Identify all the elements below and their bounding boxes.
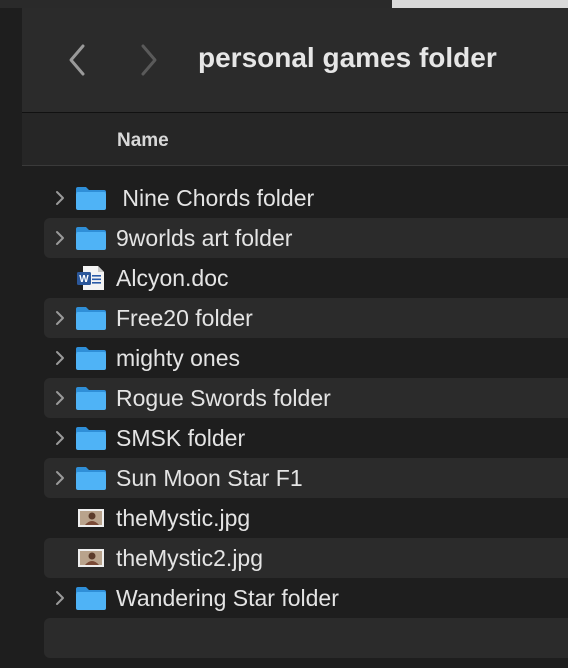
file-name: 9worlds art folder <box>116 225 293 251</box>
window-title: personal games folder <box>198 42 497 73</box>
file-row[interactable]: Free20 folder <box>44 298 568 338</box>
file-name: SMSK folder <box>116 425 246 451</box>
chevron-left-icon <box>69 44 85 76</box>
left-pane-edge <box>0 8 23 668</box>
file-name: Nine Chords folder <box>116 185 315 211</box>
folder-icon <box>75 345 107 371</box>
disclosure-chevron-icon[interactable] <box>53 590 67 606</box>
file-name: Rogue Swords folder <box>116 385 331 411</box>
file-name: theMystic2.jpg <box>116 545 264 571</box>
folder-icon <box>75 225 107 251</box>
file-name: Sun Moon Star F1 <box>116 465 303 491</box>
file-row[interactable]: theMystic2.jpg <box>44 538 568 578</box>
file-row[interactable]: mighty ones <box>44 338 568 378</box>
file-row[interactable]: Wandering Star folder <box>44 578 568 618</box>
file-row[interactable]: SMSK folder <box>44 418 568 458</box>
disclosure-chevron-icon[interactable] <box>53 470 67 486</box>
finder-window: personal games folder Name Nine Chords f… <box>22 8 568 668</box>
file-row[interactable]: 9worlds art folder <box>44 218 568 258</box>
word-document-icon: W <box>75 265 107 291</box>
file-name: theMystic.jpg <box>116 505 251 531</box>
file-name: Free20 folder <box>116 305 253 331</box>
image-thumbnail-icon <box>75 505 107 531</box>
file-row[interactable]: Nine Chords folder <box>44 178 568 218</box>
column-header: Name <box>22 113 568 166</box>
folder-icon <box>75 185 107 211</box>
adjacent-window-edge <box>392 0 568 8</box>
folder-icon <box>75 465 107 491</box>
file-row[interactable]: Rogue Swords folder <box>44 378 568 418</box>
forward-button[interactable] <box>134 40 164 80</box>
image-thumbnail-icon <box>75 545 107 571</box>
svg-text:W: W <box>79 274 89 285</box>
name-column-header[interactable]: Name <box>117 130 169 152</box>
disclosure-chevron-icon[interactable] <box>53 390 67 406</box>
file-name: mighty ones <box>116 345 241 371</box>
disclosure-chevron-icon[interactable] <box>53 190 67 206</box>
folder-icon <box>75 385 107 411</box>
file-row[interactable]: W Alcyon.doc <box>44 258 568 298</box>
file-name: Alcyon.doc <box>116 265 229 291</box>
back-button[interactable] <box>62 40 92 80</box>
disclosure-chevron-icon[interactable] <box>53 430 67 446</box>
top-edge-strip <box>0 0 568 8</box>
disclosure-chevron-icon[interactable] <box>53 310 67 326</box>
file-name: Wandering Star folder <box>116 585 339 611</box>
folder-icon <box>75 585 107 611</box>
folder-icon <box>75 305 107 331</box>
file-row[interactable]: theMystic.jpg <box>44 498 568 538</box>
folder-icon <box>75 425 107 451</box>
disclosure-chevron-icon[interactable] <box>53 350 67 366</box>
empty-row <box>44 618 568 658</box>
disclosure-chevron-icon[interactable] <box>53 230 67 246</box>
file-row[interactable]: Sun Moon Star F1 <box>44 458 568 498</box>
toolbar: personal games folder <box>22 8 568 113</box>
chevron-right-icon <box>141 44 157 76</box>
file-list: Nine Chords folder 9worlds art folder W Alc… <box>44 178 568 658</box>
